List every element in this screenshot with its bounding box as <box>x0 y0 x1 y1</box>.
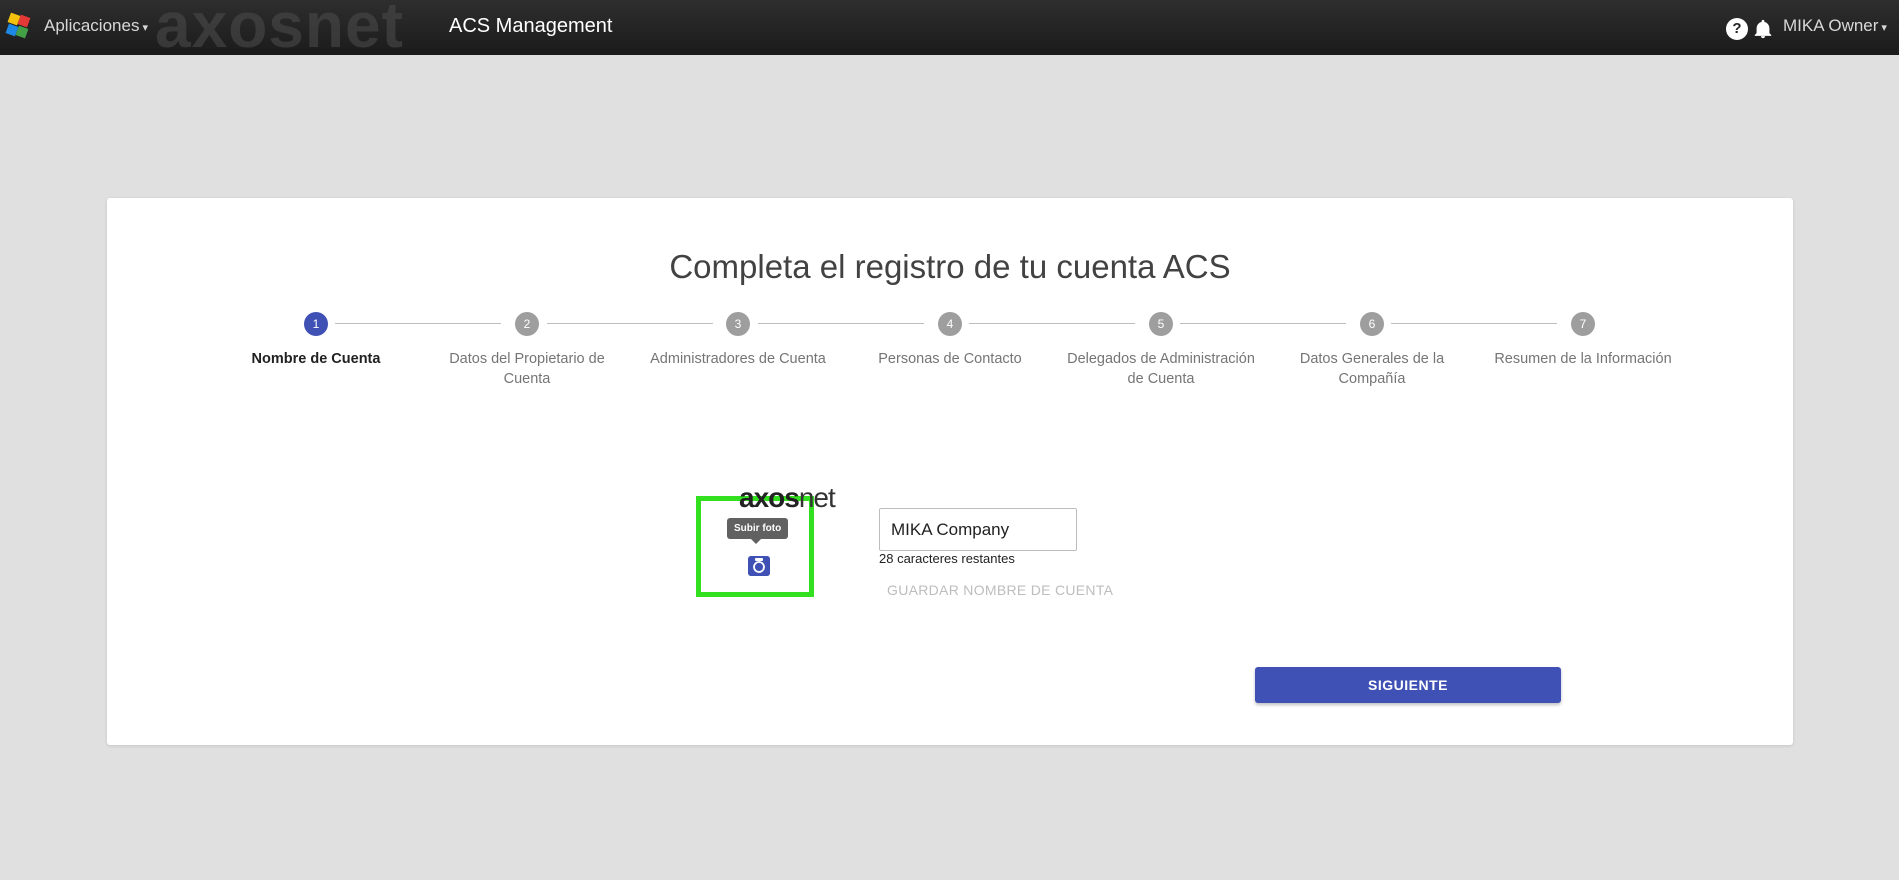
user-menu[interactable]: MIKA Owner ▾ <box>1783 16 1887 36</box>
registration-card: Completa el registro de tu cuenta ACS 1 … <box>107 198 1793 745</box>
next-button[interactable]: SIGUIENTE <box>1255 667 1561 703</box>
step-label: Datos del Propietario de Cuenta <box>449 351 605 387</box>
camera-icon[interactable] <box>748 556 770 576</box>
step-label: Delegados de Administración de Cuenta <box>1067 351 1255 387</box>
remaining-characters: 28 caracteres restantes <box>879 551 1015 566</box>
stepper: 1 Nombre de Cuenta 2 Datos del Propietar… <box>107 198 1793 398</box>
company-logo: axosnet <box>739 482 836 514</box>
step-number: 4 <box>938 312 962 336</box>
step-label: Resumen de la Información <box>1494 351 1672 367</box>
step-4[interactable]: 4 Personas de Contacto <box>850 312 1050 369</box>
apps-menu[interactable]: Aplicaciones ▾ <box>44 16 148 36</box>
account-name-input[interactable] <box>879 508 1077 551</box>
step-label: Personas de Contacto <box>878 351 1022 367</box>
logo-text-rest: net <box>798 482 836 513</box>
step-number: 5 <box>1149 312 1173 336</box>
step-number: 2 <box>515 312 539 336</box>
step-label: Administradores de Cuenta <box>650 351 826 367</box>
bell-icon[interactable] <box>1752 18 1774 40</box>
app-icon[interactable] <box>5 12 33 40</box>
chevron-down-icon: ▾ <box>142 22 148 34</box>
step-number: 3 <box>726 312 750 336</box>
upload-tooltip: Subir foto <box>727 518 789 544</box>
step-number: 7 <box>1571 312 1595 336</box>
user-name: MIKA Owner <box>1783 16 1879 35</box>
step-number: 1 <box>304 312 328 336</box>
step-label: Nombre de Cuenta <box>251 351 381 367</box>
step-label: Datos Generales de la Compañía <box>1299 351 1445 387</box>
step-7[interactable]: 7 Resumen de la Información <box>1483 312 1683 369</box>
step-1[interactable]: 1 Nombre de Cuenta <box>216 312 416 369</box>
chevron-down-icon: ▾ <box>1881 22 1887 34</box>
step-number: 6 <box>1360 312 1384 336</box>
help-icon[interactable]: ? <box>1726 18 1748 40</box>
step-2[interactable]: 2 Datos del Propietario de Cuenta <box>427 312 627 389</box>
step-3[interactable]: 3 Administradores de Cuenta <box>638 312 838 369</box>
app-title: ACS Management <box>449 15 613 37</box>
logo-text-bold: axos <box>739 482 800 513</box>
step-5[interactable]: 5 Delegados de Administración de Cuenta <box>1061 312 1261 389</box>
apps-menu-label: Aplicaciones <box>44 16 140 35</box>
brand-logo-text: axosnet <box>155 0 404 48</box>
brand-logo: axosnet <box>155 0 425 48</box>
step-6[interactable]: 6 Datos Generales de la Compañía <box>1272 312 1472 389</box>
top-bar: Aplicaciones ▾ axosnet ACS Management ? M… <box>0 0 1899 55</box>
save-account-name-button[interactable]: GUARDAR NOMBRE DE CUENTA <box>887 582 1113 598</box>
